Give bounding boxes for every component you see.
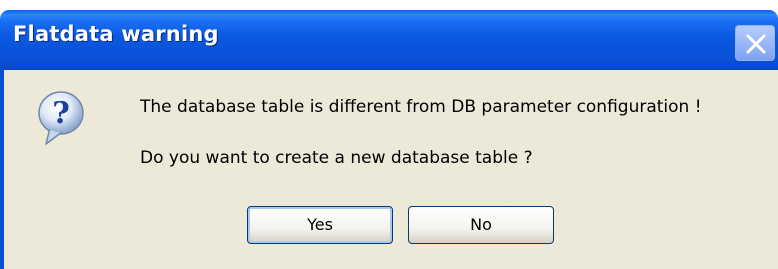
flatdata-warning-dialog: Flatdata warning ? The database table is… bbox=[0, 0, 778, 269]
no-button[interactable]: No bbox=[408, 206, 554, 244]
yes-button[interactable]: Yes bbox=[247, 206, 393, 244]
question-icon: ? bbox=[38, 91, 84, 145]
message-line-1: The database table is different from DB … bbox=[140, 97, 702, 117]
message-line-2: Do you want to create a new database tab… bbox=[140, 148, 533, 168]
svg-text:?: ? bbox=[52, 96, 70, 131]
close-icon bbox=[746, 34, 766, 54]
close-button[interactable] bbox=[735, 25, 775, 61]
dialog-title: Flatdata warning bbox=[13, 22, 219, 46]
